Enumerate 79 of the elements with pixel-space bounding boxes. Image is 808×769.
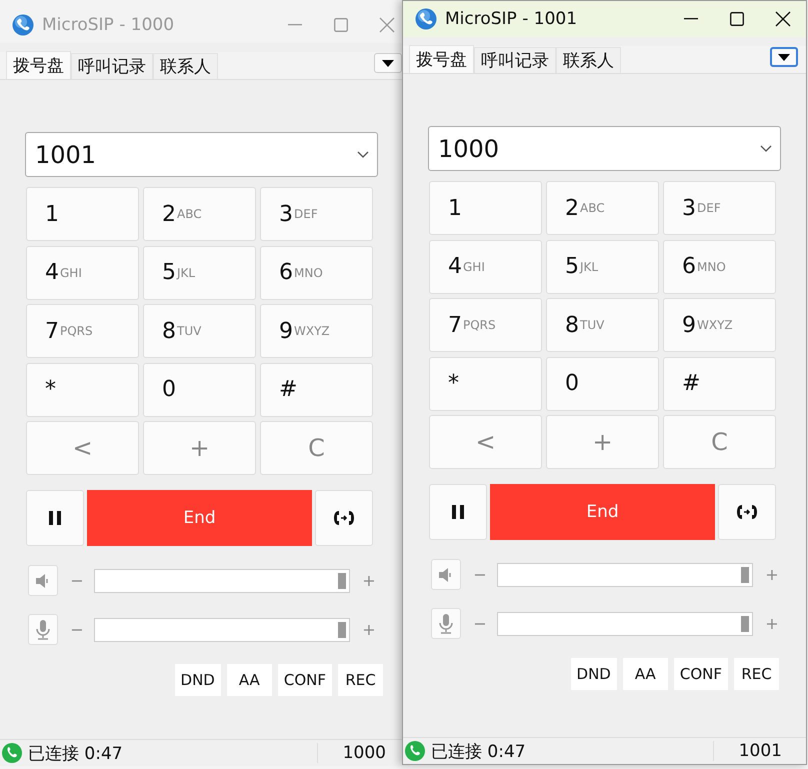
minus-sign: − [69,620,85,640]
feature-button[interactable]: REC [734,658,779,690]
caret-icon [778,54,790,60]
tab[interactable]: 拨号盘 [6,51,71,79]
speaker-button[interactable] [431,559,461,590]
microphone-button[interactable] [28,614,58,646]
phone-status-icon [405,741,425,761]
minus-sign: − [69,571,85,590]
keypad-key[interactable]: 0 [546,356,659,411]
microphone-button[interactable] [431,608,461,640]
combo-box[interactable]: 1001 [25,132,378,177]
minus-sign: − [472,614,488,634]
account-label: 1000 [317,743,394,763]
transfer-icon [736,504,758,520]
feature-button[interactable]: REC [338,664,383,696]
tab[interactable]: 联系人 [556,47,621,73]
window-title: MicroSIP - 1000 [42,15,176,35]
transfer-button[interactable] [718,484,776,540]
hold-button[interactable] [26,490,84,546]
caret-icon [382,60,394,66]
plus-sign: + [361,620,377,640]
minimize-icon[interactable] [684,18,698,20]
phone-logo-icon [415,8,437,30]
combo-box[interactable]: 1000 [428,126,781,171]
keypad-key[interactable]: 0 [143,362,256,417]
keypad-key[interactable]: 1 [26,187,139,241]
pause-icon [49,511,61,526]
speaker-icon [438,568,454,582]
hold-button[interactable] [429,484,487,540]
menu-button[interactable] [770,47,798,67]
chevron-down-icon [357,151,369,158]
transfer-button[interactable] [315,490,373,546]
number-field[interactable]: 1001 [33,140,357,170]
slider-thumb[interactable] [338,572,346,589]
transfer-icon [333,510,355,526]
minus-sign: − [472,565,488,584]
end-call-button[interactable]: End [87,490,312,546]
feature-button[interactable]: AA [622,658,668,690]
status-text: 已连接 0:47 [28,742,124,764]
chevron-down-icon [760,145,772,152]
volume-slider[interactable] [94,618,350,642]
keypad-key[interactable]: # [260,362,373,417]
microphone-icon [36,620,50,640]
close-icon[interactable] [775,11,791,27]
tab[interactable]: 呼叫记录 [71,53,153,79]
plus-sign: + [764,614,780,634]
feature-button[interactable]: CONF [278,664,332,696]
feature-button[interactable]: AA [226,664,272,696]
maximize-icon[interactable] [730,12,744,26]
microphone-icon [439,614,453,634]
keypad-key[interactable]: * [429,356,542,411]
feature-button[interactable]: DND [174,664,221,696]
tab[interactable]: 拨号盘 [409,45,474,73]
slider-thumb[interactable] [741,566,749,583]
volume-slider[interactable] [497,562,753,587]
window-title: MicroSIP - 1001 [445,9,578,29]
status-text: 已连接 0:47 [431,740,527,762]
volume-slider[interactable] [497,612,753,636]
end-call-button[interactable]: End [490,484,715,540]
speaker-button[interactable] [28,565,58,596]
slider-thumb[interactable] [338,622,346,638]
volume-slider[interactable] [94,568,350,593]
number-field[interactable]: 1000 [436,134,760,164]
tab[interactable]: 联系人 [153,53,218,79]
phone-status-icon [2,743,22,763]
account-label: 1001 [713,741,790,761]
feature-button[interactable]: DND [570,658,617,690]
slider-thumb[interactable] [741,616,749,632]
keypad-key[interactable]: * [26,362,139,417]
keypad-key[interactable]: # [663,356,776,411]
plus-sign: + [361,571,377,590]
plus-sign: + [764,565,780,584]
feature-button[interactable]: CONF [674,658,728,690]
speaker-icon [35,574,51,588]
pause-icon [452,505,464,520]
menu-button[interactable] [374,53,402,73]
tab[interactable]: 呼叫记录 [474,47,556,73]
phone-logo-icon [12,14,34,36]
keypad-key[interactable]: 1 [429,181,542,235]
